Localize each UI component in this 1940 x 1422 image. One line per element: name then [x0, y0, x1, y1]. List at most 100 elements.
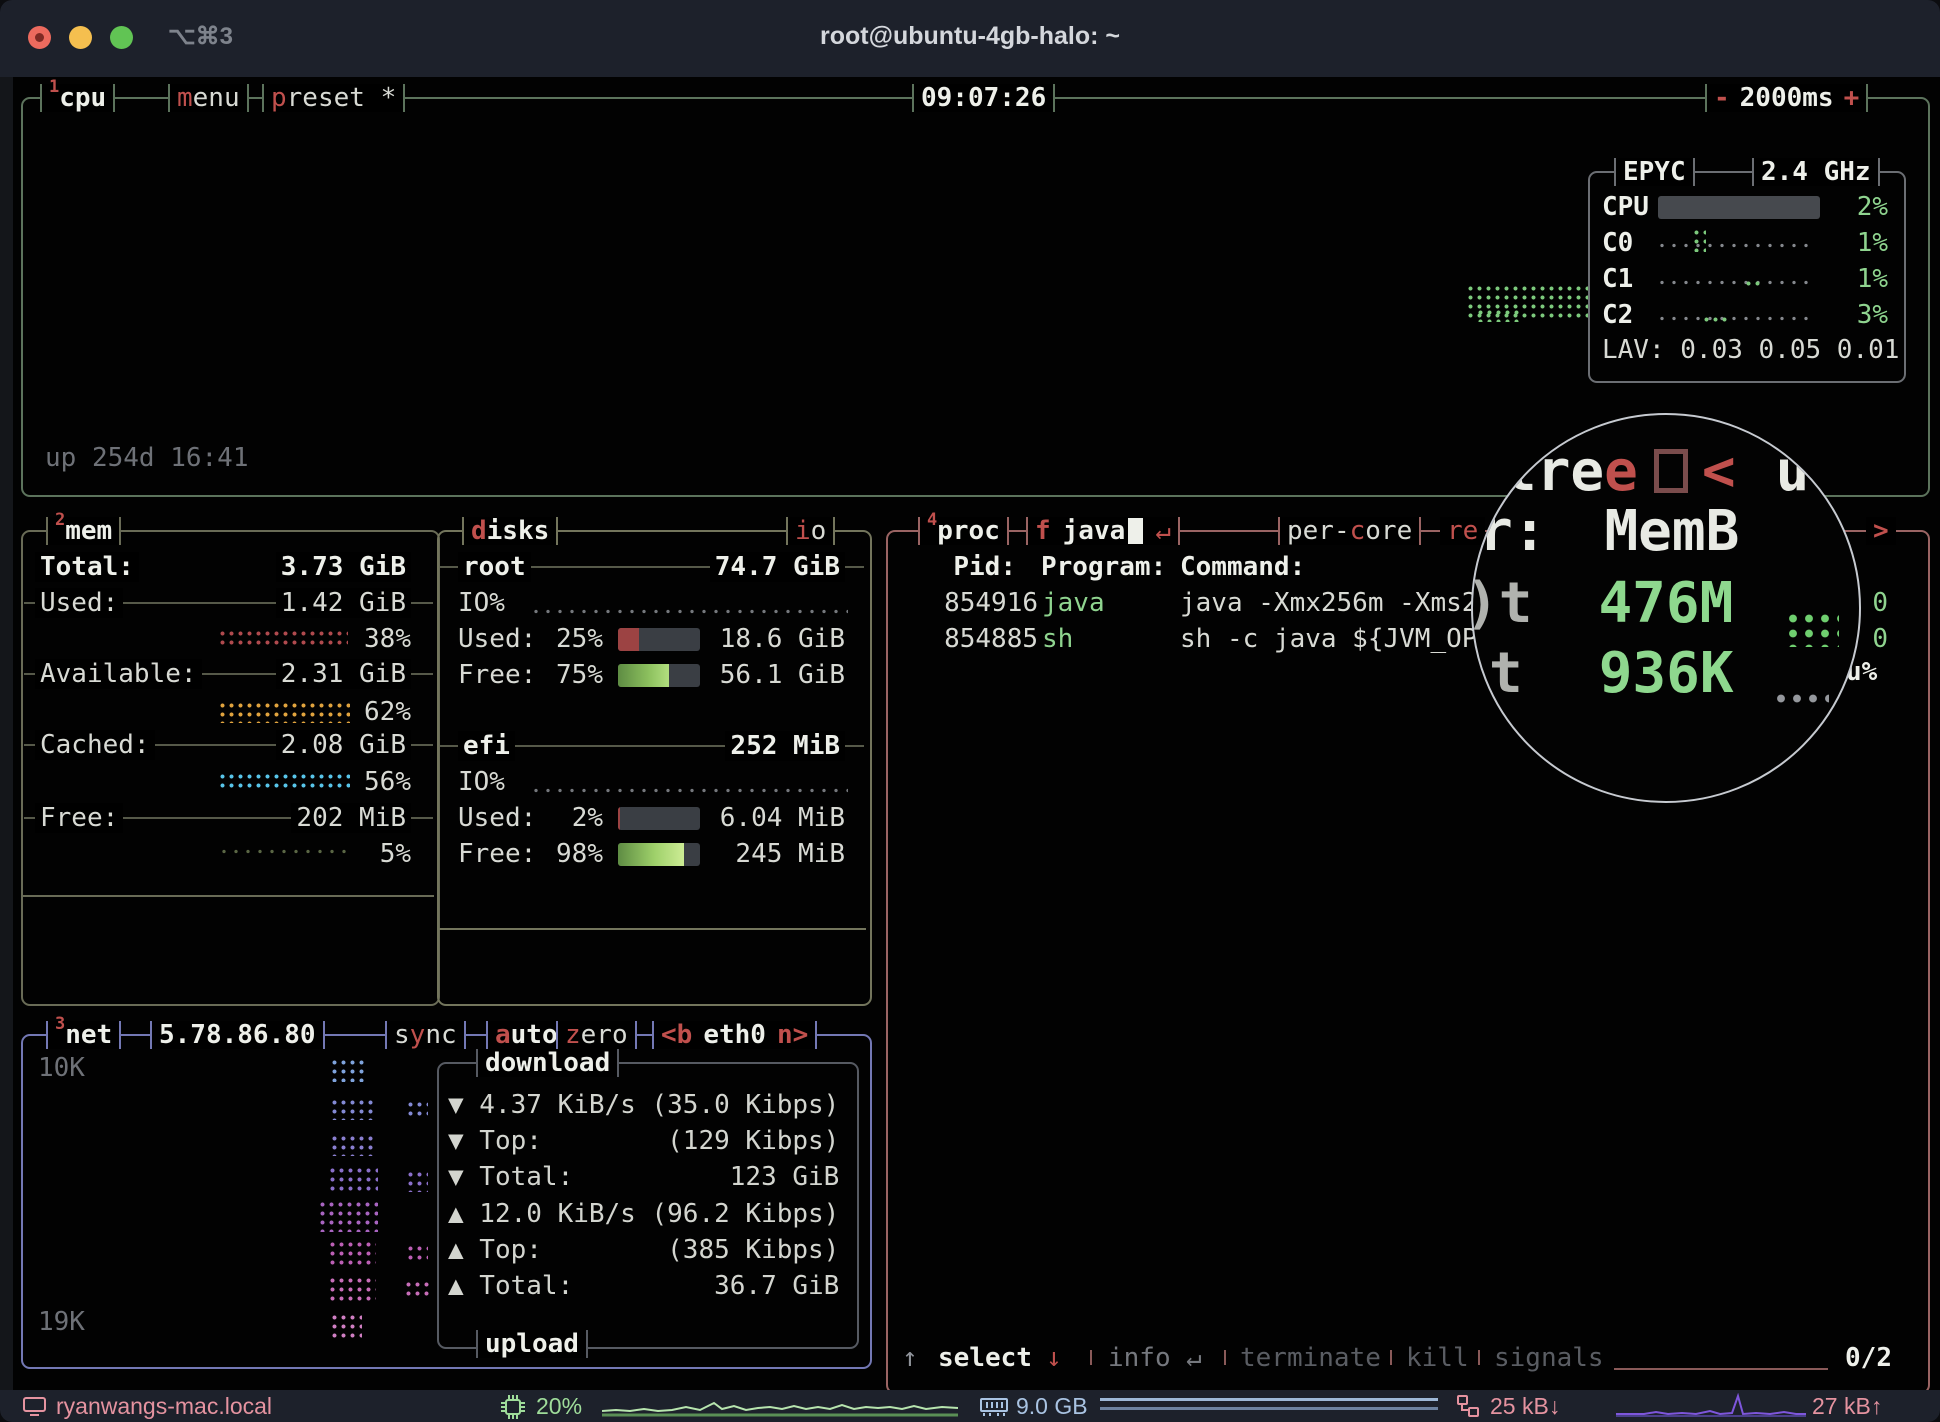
- disk-root-io-graph: [530, 608, 848, 615]
- core-1-graph: [1656, 279, 1814, 287]
- proc-filter-input[interactable]: fjava↵: [1026, 517, 1180, 545]
- mem-cached-meter: [218, 772, 350, 792]
- proc-row-command[interactable]: java -Xmx256m -Xms2: [1180, 585, 1477, 621]
- core-1-pct: 1%: [1857, 261, 1888, 297]
- memory-usage: 9.0 GB: [1016, 1393, 1088, 1420]
- core-1-graph-peak: [1744, 279, 1764, 287]
- net-sync-button[interactable]: sync: [385, 1021, 466, 1049]
- proc-row-program[interactable]: java: [1042, 585, 1105, 621]
- cpu-model: EPYC: [1614, 158, 1695, 186]
- core-2-graph-peak: [1702, 315, 1730, 323]
- net-scale-top: 10K: [38, 1050, 85, 1086]
- proc-row-cpu: 0: [1872, 621, 1888, 657]
- disk-efi-free-label: Free:: [458, 836, 536, 872]
- proc-next-sort-button[interactable]: >: [1866, 517, 1896, 545]
- net-graph-segment: [406, 1170, 428, 1192]
- proc-signals-button[interactable]: signals: [1494, 1340, 1604, 1376]
- core-2-graph: [1656, 315, 1814, 323]
- interval-value: 2000ms: [1740, 85, 1834, 111]
- disk-efi-used-bar: [618, 807, 700, 830]
- net-graph-segment: [328, 1276, 376, 1301]
- disk-root-size: 74.7 GiB: [710, 549, 845, 585]
- net-graph-segment: [328, 1166, 378, 1194]
- window-title: root@ubuntu-4gb-halo: ~: [0, 22, 1940, 51]
- mem-available-value: 2.31 GiB: [276, 656, 411, 692]
- disk-efi-used-pct: 2%: [572, 800, 603, 836]
- mem-used-meter: [218, 629, 348, 649]
- memory-graph-line-1: [1100, 1398, 1438, 1401]
- net-graph-segment: [330, 1058, 364, 1082]
- net-scale-bottom: 19K: [38, 1304, 85, 1340]
- proc-kill-button[interactable]: kill: [1406, 1340, 1469, 1376]
- net-prev-button[interactable]: <b: [661, 1022, 692, 1048]
- core-2-label: C2: [1602, 297, 1633, 333]
- loupe-border-glyph: [1654, 449, 1688, 493]
- net-up-total: ▲ Total: 36.7 GiB: [448, 1268, 839, 1304]
- loupe-ellipsis-dots: [1773, 691, 1829, 705]
- mem-free-pct: 5%: [380, 836, 411, 872]
- net-graph-segment: [404, 1280, 430, 1298]
- net-next-button[interactable]: n>: [777, 1022, 808, 1048]
- footer-rule: [1614, 1368, 1828, 1370]
- proc-row-program[interactable]: sh: [1042, 621, 1073, 657]
- loupe-line-tree: tree<u: [1503, 438, 1809, 506]
- cpu-chip-icon: [500, 1394, 526, 1420]
- net-auto-button[interactable]: auto: [486, 1021, 567, 1049]
- update-interval: -2000ms +: [1705, 84, 1868, 112]
- disk-efi-size: 252 MiB: [725, 728, 845, 764]
- io-mode-button[interactable]: io: [786, 517, 835, 545]
- proc-info-button[interactable]: info: [1108, 1340, 1171, 1376]
- net-down-top: ▼ Top: (129 Kibps): [448, 1123, 839, 1159]
- net-graph-segment: [330, 1098, 374, 1120]
- network-graph: [1616, 1393, 1806, 1419]
- net-graph-segment: [330, 1134, 374, 1156]
- proc-percore-button[interactable]: per-core: [1278, 517, 1421, 545]
- proc-row-pid[interactable]: 854885: [944, 621, 1038, 657]
- core-0-pct: 1%: [1857, 225, 1888, 261]
- disk-efi-io-graph: [530, 787, 848, 794]
- mem-total-value: 3.73 GiB: [276, 549, 411, 585]
- down-arrow-icon[interactable]: ↓: [1046, 1340, 1062, 1376]
- preset-button[interactable]: preset *: [262, 84, 405, 112]
- disk-root-used-pct: 25%: [556, 621, 603, 657]
- mem-free-row: Free:: [35, 800, 123, 836]
- enter-icon: ↵: [1186, 1340, 1202, 1376]
- cpu-usage-sparkline: [602, 1393, 958, 1419]
- mem-total-row: Total:: [35, 549, 139, 585]
- up-arrow-icon[interactable]: ↑: [902, 1340, 918, 1376]
- cpu-frequency: 2.4 GHz: [1752, 158, 1880, 186]
- mem-cached-pct: 56%: [364, 764, 411, 800]
- mem-cached-row: Cached:: [35, 727, 155, 763]
- core-1-label: C1: [1602, 261, 1633, 297]
- cpu-box-title: 1cpu: [40, 84, 115, 112]
- proc-select-button[interactable]: select: [938, 1340, 1032, 1376]
- footer-separator: [1224, 1350, 1226, 1365]
- clock: 09:07:26: [912, 84, 1055, 112]
- proc-row-command[interactable]: sh -c java ${JVM_OP: [1180, 621, 1477, 657]
- net-interface-switcher: <beth0n>: [652, 1021, 817, 1049]
- net-up-speed: ▲ 12.0 KiB/s (96.2 Kibps): [448, 1196, 839, 1232]
- disk-root-free-pct: 75%: [556, 657, 603, 693]
- mem-available-pct: 62%: [364, 694, 411, 730]
- disk-efi-free-value: 245 MiB: [735, 836, 845, 872]
- loupe-memb-label: r:MemB: [1479, 498, 1739, 566]
- mem-cached-value: 2.08 GiB: [276, 727, 411, 763]
- disk-root-io-label: IO%: [458, 585, 505, 621]
- footer-separator: [1090, 1350, 1092, 1365]
- disk-root-used-bar: [618, 628, 700, 651]
- terminal-left-margin: [0, 77, 13, 1390]
- net-graph-segment: [318, 1200, 378, 1232]
- monitor-icon: [22, 1395, 48, 1419]
- mem-available-meter: [218, 701, 350, 723]
- disk-root-free-value: 56.1 GiB: [720, 657, 845, 693]
- interval-increase-button[interactable]: +: [1844, 85, 1860, 111]
- proc-terminate-button[interactable]: terminate: [1240, 1340, 1381, 1376]
- proc-row-pid[interactable]: 854916: [944, 585, 1038, 621]
- disk-efi-name: efi: [458, 728, 515, 764]
- net-zero-button[interactable]: zero: [556, 1021, 637, 1049]
- mem-free-value: 202 MiB: [291, 800, 411, 836]
- proc-selection-count: 0/2: [1845, 1340, 1892, 1376]
- interval-decrease-button[interactable]: -: [1714, 85, 1730, 111]
- menu-button[interactable]: menu: [168, 84, 249, 112]
- mem-available-row: Available:: [35, 656, 202, 692]
